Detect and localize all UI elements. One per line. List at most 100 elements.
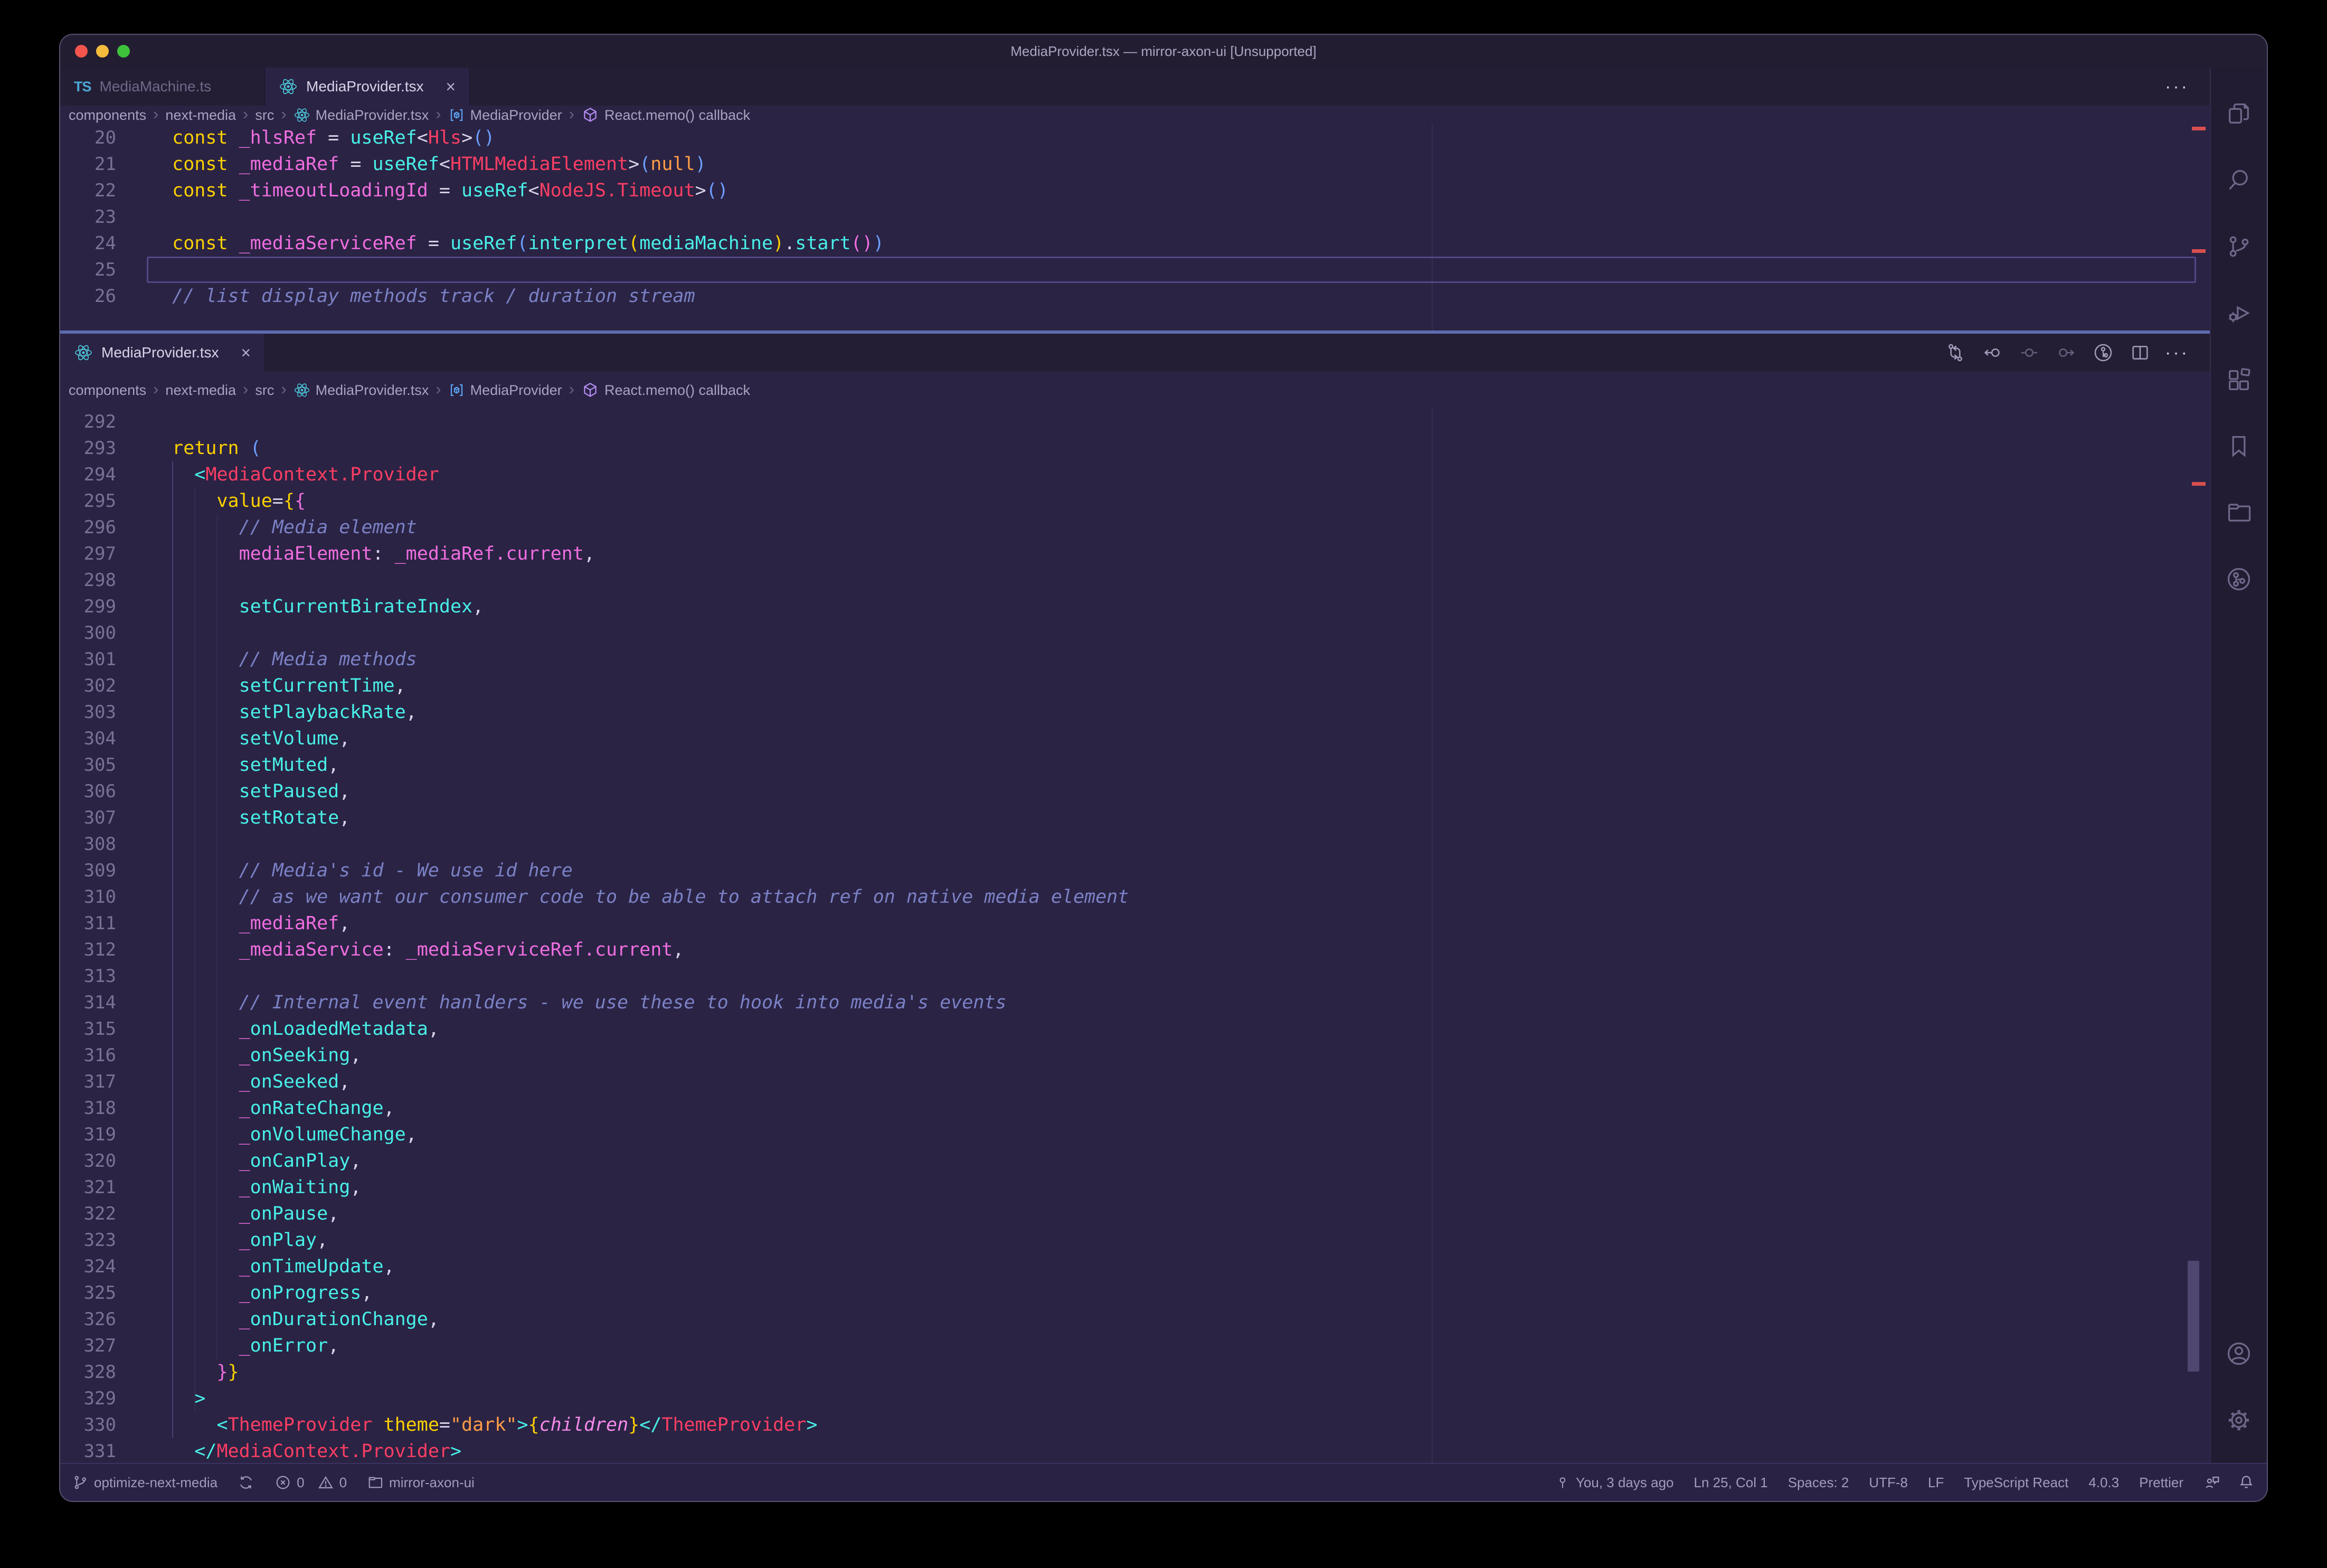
code-line-302[interactable]: 302 setCurrentTime, xyxy=(60,673,2210,699)
code-line-26[interactable]: 26 // list display methods track / durat… xyxy=(60,283,2210,309)
project-manager-icon[interactable] xyxy=(2214,479,2264,546)
code-line-331[interactable]: 331 </MediaContext.Provider> xyxy=(60,1438,2210,1463)
split-editor-icon[interactable] xyxy=(2130,342,2151,363)
code-line-299[interactable]: 299 setCurrentBirateIndex, xyxy=(60,593,2210,620)
open-timeline-icon[interactable] xyxy=(2093,342,2114,363)
code-line-21[interactable]: 21 const _mediaRef = useRef<HTMLMediaEle… xyxy=(60,151,2210,177)
code-line-298[interactable]: 298 xyxy=(60,567,2210,593)
code-line-294[interactable]: 294 <MediaContext.Provider xyxy=(60,461,2210,488)
code-line-297[interactable]: 297 mediaElement: _mediaRef.current, xyxy=(60,541,2210,567)
code-line-295[interactable]: 295 value={{ xyxy=(60,488,2210,514)
code-line-321[interactable]: 321 _onWaiting, xyxy=(60,1174,2210,1201)
code-line-324[interactable]: 324 _onTimeUpdate, xyxy=(60,1253,2210,1280)
code-line-323[interactable]: 323 _onPlay, xyxy=(60,1227,2210,1253)
code-line-315[interactable]: 315 _onLoadedMetadata, xyxy=(60,1016,2210,1042)
code-line-20[interactable]: 20 const _hlsRef = useRef<Hls>() xyxy=(60,125,2210,151)
code-line-309[interactable]: 309 // Media's id - We use id here xyxy=(60,857,2210,884)
more-actions-icon[interactable]: ··· xyxy=(2167,342,2188,363)
breadcrumb-item[interactable]: MediaProvider xyxy=(470,107,562,124)
code-line-328[interactable]: 328 }} xyxy=(60,1359,2210,1385)
explorer-icon[interactable] xyxy=(2214,80,2264,147)
breadcrumb-item[interactable]: next-media xyxy=(165,382,236,399)
close-tab-icon[interactable]: × xyxy=(241,344,251,361)
code-line-22[interactable]: 22 const _timeoutLoadingId = useRef<Node… xyxy=(60,177,2210,204)
breadcrumb-item[interactable]: React.memo() callback xyxy=(604,107,750,124)
cursor-position-status[interactable]: Ln 25, Col 1 xyxy=(1694,1475,1768,1491)
code-line-303[interactable]: 303 setPlaybackRate, xyxy=(60,699,2210,725)
code-line-24[interactable]: 24 const _mediaServiceRef = useRef(inter… xyxy=(60,230,2210,257)
code-line-300[interactable]: 300 xyxy=(60,620,2210,646)
code-line-322[interactable]: 322 _onPause, xyxy=(60,1201,2210,1227)
code-line-320[interactable]: 320 _onCanPlay, xyxy=(60,1148,2210,1174)
git-branch-status[interactable]: optimize-next-media xyxy=(72,1474,217,1491)
more-actions-icon[interactable]: ··· xyxy=(2167,76,2188,97)
code-line-326[interactable]: 326 _onDurationChange, xyxy=(60,1306,2210,1333)
current-change-icon[interactable] xyxy=(2019,342,2040,363)
code-line-292[interactable]: 292 xyxy=(60,409,2210,435)
search-icon[interactable] xyxy=(2214,147,2264,213)
problems-status[interactable]: 0 0 xyxy=(275,1474,347,1491)
breadcrumb-item[interactable]: MediaProvider.tsx xyxy=(316,107,429,124)
sync-status[interactable] xyxy=(238,1474,254,1491)
accounts-icon[interactable] xyxy=(2214,1320,2264,1387)
code-line-316[interactable]: 316 _onSeeking, xyxy=(60,1042,2210,1069)
code-line-310[interactable]: 310 // as we want our consumer code to b… xyxy=(60,884,2210,910)
language-mode-status[interactable]: TypeScript React xyxy=(1964,1475,2068,1491)
git-graph-icon[interactable] xyxy=(2214,546,2264,612)
code-editor-top[interactable]: 20 const _hlsRef = useRef<Hls>()21 const… xyxy=(60,125,2210,330)
code-editor-bottom[interactable]: 292293 return (294 <MediaContext.Provide… xyxy=(60,409,2210,1463)
code-line-330[interactable]: 330 <ThemeProvider theme="dark">{childre… xyxy=(60,1412,2210,1438)
breadcrumb-item[interactable]: components xyxy=(69,382,146,399)
code-line-296[interactable]: 296 // Media element xyxy=(60,514,2210,541)
tab-mediaprovider[interactable]: MediaProvider.tsx × xyxy=(265,68,470,106)
breadcrumb-item[interactable]: MediaProvider.tsx xyxy=(316,382,429,399)
tab-mediamachine[interactable]: TS MediaMachine.ts xyxy=(60,68,265,106)
code-line-23[interactable]: 23 xyxy=(60,204,2210,230)
code-line-307[interactable]: 307 setRotate, xyxy=(60,805,2210,831)
code-line-312[interactable]: 312 _mediaService: _mediaServiceRef.curr… xyxy=(60,937,2210,963)
settings-gear-icon[interactable] xyxy=(2214,1387,2264,1453)
code-line-319[interactable]: 319 _onVolumeChange, xyxy=(60,1121,2210,1148)
open-changes-icon[interactable] xyxy=(1945,342,1966,363)
workspace-status[interactable]: mirror-axon-ui xyxy=(367,1474,475,1491)
ts-version-status[interactable]: 4.0.3 xyxy=(2088,1475,2119,1491)
notifications-status[interactable] xyxy=(2237,1473,2255,1491)
blame-status[interactable]: You, 3 days ago xyxy=(1555,1475,1674,1491)
code-line-293[interactable]: 293 return ( xyxy=(60,435,2210,461)
code-line-318[interactable]: 318 _onRateChange, xyxy=(60,1095,2210,1121)
code-line-317[interactable]: 317 _onSeeked, xyxy=(60,1069,2210,1095)
feedback-status[interactable] xyxy=(2203,1473,2221,1491)
extensions-icon[interactable] xyxy=(2214,346,2264,413)
breadcrumb-item[interactable]: next-media xyxy=(165,107,236,124)
code-line-305[interactable]: 305 setMuted, xyxy=(60,752,2210,778)
code-line-329[interactable]: 329 > xyxy=(60,1385,2210,1412)
code-line-308[interactable]: 308 xyxy=(60,831,2210,857)
run-debug-icon[interactable] xyxy=(2214,280,2264,346)
indentation-status[interactable]: Spaces: 2 xyxy=(1788,1475,1849,1491)
scrollbar-thumb[interactable] xyxy=(2188,1261,2199,1372)
previous-change-icon[interactable] xyxy=(1982,342,2003,363)
code-line-325[interactable]: 325 _onProgress, xyxy=(60,1280,2210,1306)
breadcrumb-item[interactable]: MediaProvider xyxy=(470,382,562,399)
breadcrumb-item[interactable]: src xyxy=(255,382,274,399)
code-line-304[interactable]: 304 setVolume, xyxy=(60,725,2210,752)
breadcrumb-item[interactable]: src xyxy=(255,107,274,124)
source-control-icon[interactable] xyxy=(2214,213,2264,280)
code-line-306[interactable]: 306 setPaused, xyxy=(60,778,2210,805)
code-line-314[interactable]: 314 // Internal event hanlders - we use … xyxy=(60,989,2210,1016)
encoding-status[interactable]: UTF-8 xyxy=(1869,1475,1908,1491)
breadcrumb-item[interactable]: React.memo() callback xyxy=(604,382,750,399)
close-tab-icon[interactable]: × xyxy=(446,78,456,95)
code-line-313[interactable]: 313 xyxy=(60,963,2210,989)
code-line-301[interactable]: 301 // Media methods xyxy=(60,646,2210,673)
tab-mediaprovider[interactable]: MediaProvider.tsx × xyxy=(60,334,265,372)
code-line-311[interactable]: 311 _mediaRef, xyxy=(60,910,2210,937)
bookmarks-icon[interactable] xyxy=(2214,413,2264,479)
formatter-status[interactable]: Prettier xyxy=(2139,1475,2183,1491)
line-number: 323 xyxy=(60,1227,129,1253)
line-number: 304 xyxy=(60,725,129,752)
code-line-327[interactable]: 327 _onError, xyxy=(60,1333,2210,1359)
eol-status[interactable]: LF xyxy=(1928,1475,1944,1491)
next-change-icon[interactable] xyxy=(2056,342,2077,363)
breadcrumb-item[interactable]: components xyxy=(69,107,146,124)
